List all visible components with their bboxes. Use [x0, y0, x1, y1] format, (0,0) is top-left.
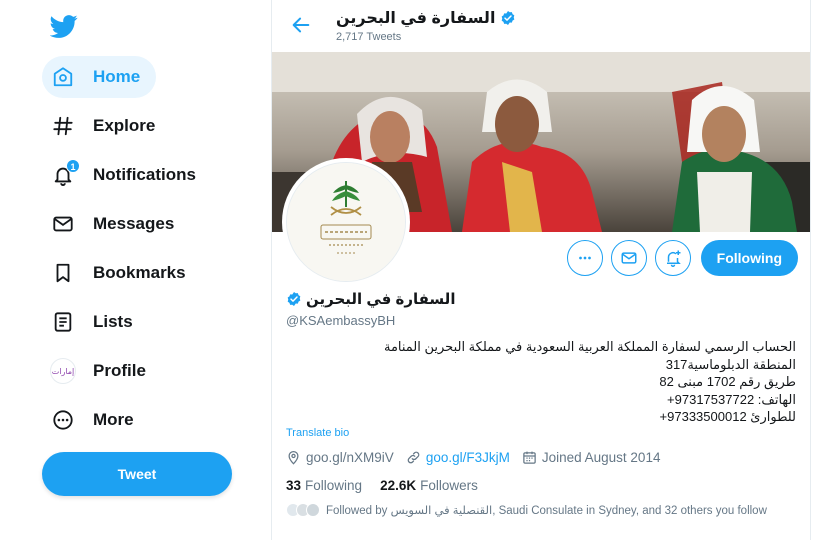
calendar-icon: [523, 451, 536, 464]
envelope-icon: [621, 252, 637, 264]
followers-count: 22.6K: [380, 478, 417, 493]
nav-label-home: Home: [93, 67, 141, 86]
joined-date: Joined August 2014: [541, 450, 661, 465]
profile-avatar-slot: إمارات: [50, 358, 76, 384]
followers-label: Followers: [420, 478, 478, 493]
nav-label-notifications: Notifications: [93, 165, 196, 184]
location-pin-icon: [288, 450, 299, 465]
profile-avatar: إمارات: [50, 358, 76, 384]
bio-line: للطوارئ 97333500012+: [659, 409, 796, 424]
twitter-logo-icon[interactable]: [50, 12, 78, 40]
nav-label-profile: Profile: [93, 361, 146, 380]
following-count-link[interactable]: 33 Following: [286, 478, 362, 493]
ellipsis-icon: [578, 256, 591, 260]
follower-avatar: [306, 503, 320, 517]
location-text: goo.gl/nXM9iV: [306, 450, 394, 465]
embassy-emblem: [286, 162, 406, 282]
nav-label-explore: Explore: [93, 116, 156, 135]
profile-display-name: السفارة في البحرين: [286, 290, 455, 308]
following-count: 33: [286, 478, 302, 493]
more-options-button[interactable]: [566, 240, 603, 276]
header-title: السفارة في البحرين: [336, 8, 516, 28]
left-sidebar: Home Explore 1 Notifications Messages Bo…: [0, 0, 271, 540]
verified-badge-icon: [287, 292, 301, 306]
profile-meta-row: goo.gl/nXM9iV goo.gl/F3JkjM Joined Augus…: [286, 450, 672, 465]
profile-column: السفارة في البحرين 2,717 Tweets Followin…: [271, 0, 811, 540]
nav-item-profile[interactable]: إمارات Profile: [42, 350, 162, 392]
list-icon: [50, 309, 76, 335]
followed-by-row[interactable]: Followed by القنصلية في السويس, Saudi Co…: [286, 503, 767, 517]
envelope-icon: [50, 211, 76, 237]
notification-badge: 1: [66, 159, 80, 173]
back-arrow-icon[interactable]: [290, 14, 312, 36]
nav-label-lists: Lists: [93, 312, 133, 331]
following-label: Following: [305, 478, 363, 493]
nav-label-bookmarks: Bookmarks: [93, 263, 186, 282]
nav-item-notifications[interactable]: 1 Notifications: [42, 154, 212, 196]
bell-plus-icon: [666, 250, 681, 267]
website-item: goo.gl/F3JkjM: [406, 450, 510, 465]
nav-label-messages: Messages: [93, 214, 175, 233]
nav-item-home[interactable]: Home: [42, 56, 157, 98]
nav-item-lists[interactable]: Lists: [42, 301, 149, 343]
location-item: goo.gl/nXM9iV: [286, 450, 394, 465]
bio-line: طريق رقم 1702 مبنى 82: [659, 374, 796, 389]
tweet-button[interactable]: Tweet: [42, 452, 232, 496]
following-button[interactable]: Following: [700, 240, 798, 276]
hashtag-icon: [50, 113, 76, 139]
verified-badge-icon: [502, 11, 515, 25]
translate-bio-link[interactable]: Translate bio: [286, 427, 349, 439]
home-icon: [50, 64, 76, 90]
header-tweet-count: 2,717 Tweets: [336, 31, 402, 43]
followed-by-text: Followed by القنصلية في السويس, Saudi Co…: [326, 505, 767, 517]
profile-avatar-large[interactable]: [282, 158, 410, 286]
followers-count-link[interactable]: 22.6K Followers: [380, 478, 478, 493]
more-icon: [50, 407, 76, 433]
nav-item-messages[interactable]: Messages: [42, 203, 190, 245]
nav-item-bookmarks[interactable]: Bookmarks: [42, 252, 202, 294]
saudi-emblem-icon: [287, 163, 405, 281]
nav-label-more: More: [93, 410, 134, 429]
bio-line: الحساب الرسمي لسفارة المملكة العربية الس…: [383, 339, 796, 354]
message-button[interactable]: [610, 240, 647, 276]
bookmark-icon: [50, 260, 76, 286]
notify-button[interactable]: [654, 240, 691, 276]
bio-line: المنطقة الدبلوماسية317: [665, 356, 796, 372]
profile-action-buttons: Following: [566, 240, 798, 276]
profile-header-bar: السفارة في البحرين 2,717 Tweets: [272, 0, 812, 52]
bell-icon: 1: [50, 159, 80, 188]
nav-item-more[interactable]: More: [42, 399, 150, 441]
profile-name-text: السفارة في البحرين: [306, 291, 456, 308]
nav-item-explore[interactable]: Explore: [42, 105, 171, 147]
follow-counts: 33 Following 22.6K Followers: [286, 478, 478, 493]
website-link[interactable]: goo.gl/F3JkjM: [426, 450, 510, 465]
link-icon: [407, 451, 420, 464]
bio-line: الهاتف: 97317537722+: [667, 391, 796, 407]
header-account-name: السفارة في البحرين: [336, 10, 496, 27]
profile-bio: الحساب الرسمي لسفارة المملكة العربية الس…: [296, 338, 796, 426]
follower-avatars: [286, 503, 320, 517]
joined-item: Joined August 2014: [522, 450, 661, 465]
profile-handle: @KSAembassyBH: [286, 313, 396, 328]
